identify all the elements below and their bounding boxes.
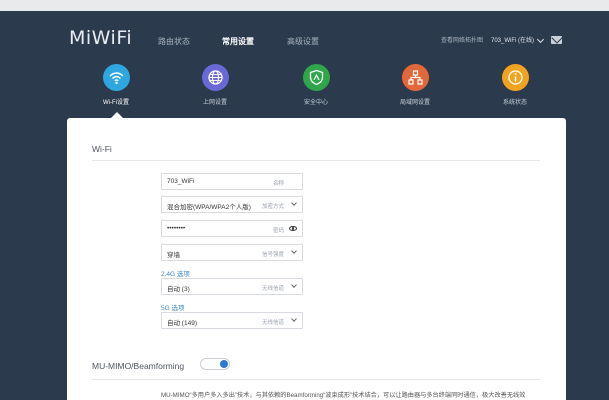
channel-24g-select[interactable]: 自动 (3) 无线信道	[161, 278, 303, 295]
signal-strength-select[interactable]: 穿墙 信号强度	[161, 244, 303, 261]
category-label: Wi-Fi设置	[103, 100, 129, 106]
chevron-down-icon	[291, 248, 297, 254]
category-label: 局域网设置	[399, 100, 430, 106]
channel-5g-value: 自动 (149)	[167, 320, 197, 327]
wifi-name-hint: 名称	[272, 180, 284, 187]
encryption-select[interactable]: 混合加密(WPA/WPA2个人版) 加密方式	[161, 196, 303, 213]
encryption-value: 混合加密(WPA/WPA2个人版)	[167, 204, 251, 211]
wifi-name-field[interactable]: 703_WiFi 名称	[161, 173, 303, 190]
globe-icon	[201, 64, 229, 91]
divider	[92, 160, 540, 161]
eye-icon[interactable]	[289, 226, 297, 231]
band-5g-label: 5G 选项	[161, 305, 185, 312]
nav-advanced-settings[interactable]: 高级设置	[287, 36, 319, 47]
encryption-hint: 加密方式	[261, 203, 284, 210]
channel-24g-value: 自动 (3)	[167, 286, 190, 293]
nav-common-settings[interactable]: 常用设置	[222, 36, 254, 47]
channel-24g-hint: 无线信道	[261, 285, 284, 292]
chevron-down-icon	[291, 282, 297, 288]
signal-hint: 信号强度	[261, 251, 284, 258]
category-wifi-settings[interactable]: Wi-Fi设置	[81, 64, 151, 106]
chevron-down-icon	[291, 316, 297, 322]
mail-icon[interactable]	[551, 36, 562, 44]
settings-panel: Wi-Fi 703_WiFi 名称 混合加密(WPA/WPA2个人版) 加密方式…	[67, 118, 566, 400]
password-value: ••••••••	[167, 225, 186, 232]
ssid-status[interactable]: 703_WiFi (在线)	[491, 35, 534, 44]
channel-5g-select[interactable]: 自动 (149) 无线信道	[161, 312, 303, 329]
band-24g-label: 2.4G 选项	[161, 271, 190, 278]
category-lan-settings[interactable]: 局域网设置	[380, 64, 450, 106]
mumimo-toggle[interactable]	[200, 358, 230, 370]
nav-router-status[interactable]: 路由状态	[158, 36, 190, 47]
category-security-center[interactable]: 安全中心	[281, 64, 351, 106]
category-label: 系统状态	[502, 100, 527, 106]
wifi-icon	[102, 64, 130, 91]
header: MiWiFi 路由状态 常用设置 高级设置 查看网络拓扑图 703_WiFi (…	[0, 11, 609, 61]
category-label: 安全中心	[303, 100, 328, 106]
miwifi-logo[interactable]: MiWiFi	[69, 27, 132, 49]
toggle-knob	[220, 360, 228, 368]
password-hint: 密码	[272, 227, 284, 234]
category-internet-settings[interactable]: 上网设置	[180, 64, 250, 106]
category-label: 上网设置	[202, 100, 227, 106]
mumimo-description: MU-MIMO“多用户多入多出”技术，与其依赖的Beamforming“波束成形…	[161, 392, 526, 399]
signal-value: 穿墙	[167, 252, 180, 259]
section-title-wifi: Wi-Fi	[92, 144, 112, 154]
wifi-name-value: 703_WiFi	[167, 178, 195, 185]
category-system-status[interactable]: 系统状态	[480, 64, 550, 106]
chevron-down-icon	[291, 200, 297, 206]
topology-link[interactable]: 查看网络拓扑图	[441, 35, 483, 44]
password-field[interactable]: •••••••• 密码	[161, 220, 303, 237]
channel-5g-hint: 无线信道	[261, 319, 284, 326]
shield-icon	[302, 64, 330, 91]
section-title-mumimo: MU-MIMO/Beamforming	[92, 361, 185, 371]
network-icon	[401, 64, 429, 91]
chevron-down-icon[interactable]	[536, 35, 545, 44]
info-icon	[501, 64, 529, 91]
browser-top-strip	[0, 0, 609, 11]
divider	[92, 379, 540, 380]
